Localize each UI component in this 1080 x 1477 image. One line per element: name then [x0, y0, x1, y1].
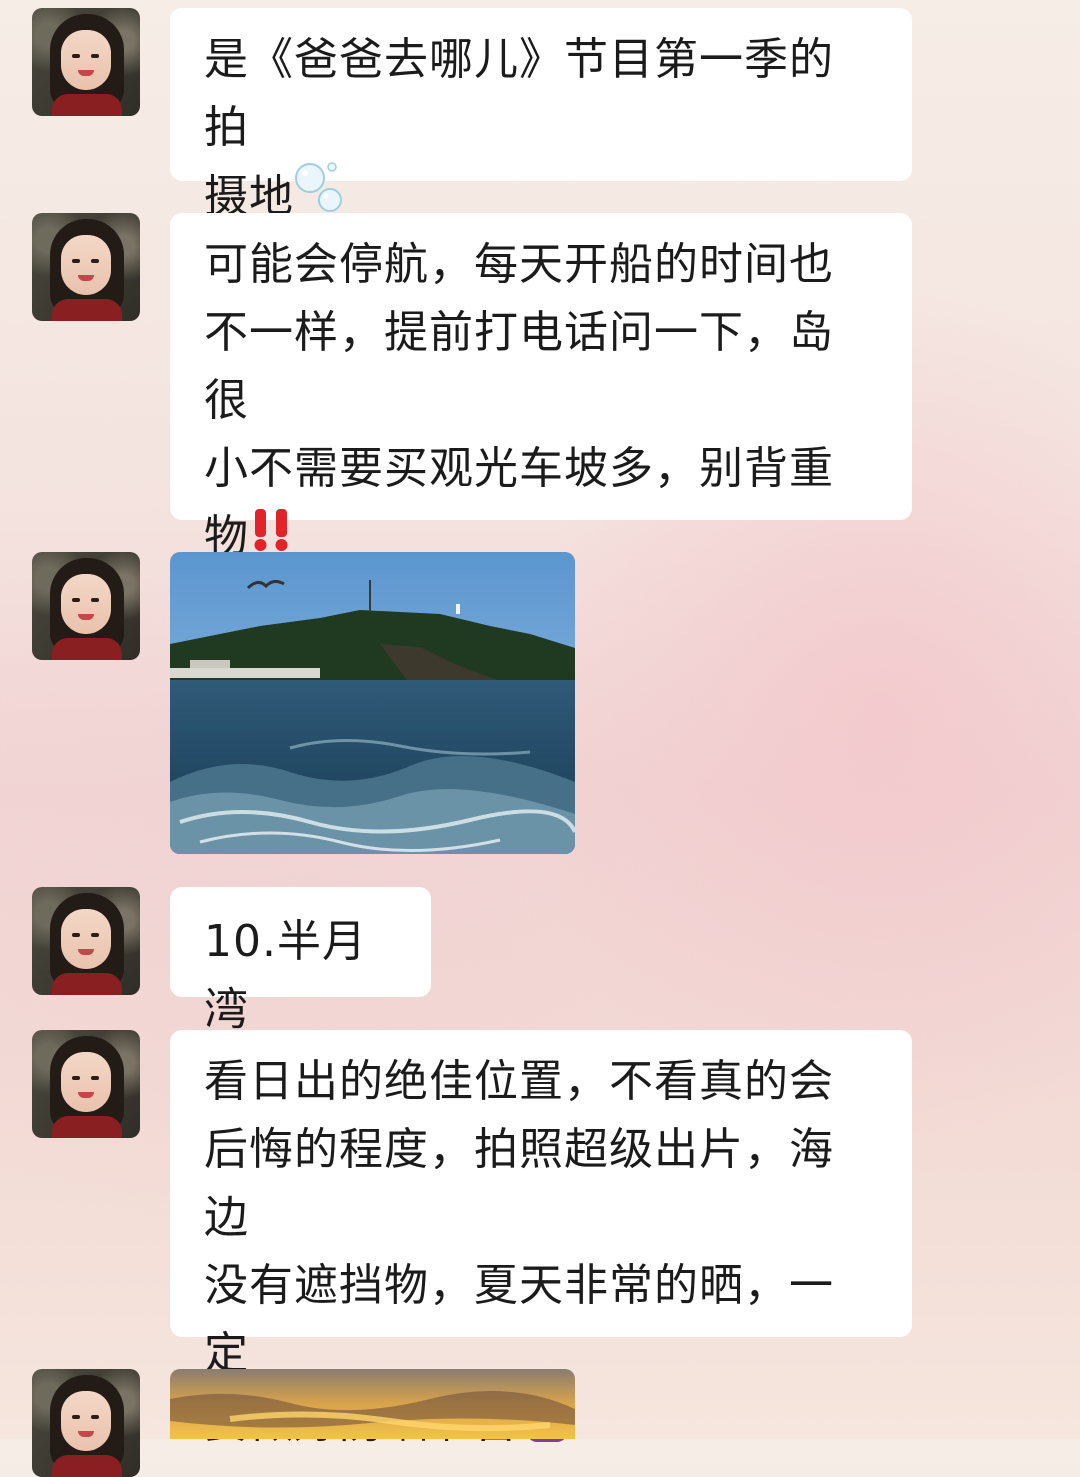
- avatar[interactable]: [32, 552, 140, 660]
- avatar[interactable]: [32, 887, 140, 995]
- sunrise-photo[interactable]: [170, 1369, 575, 1439]
- message-bubble[interactable]: 可能会停航，每天开船的时间也 不一样，提前打电话问一下，岛很 小不需要买观光车坡…: [170, 213, 912, 562]
- message-bubble[interactable]: 是《爸爸去哪儿》节目第一季的拍 摄地: [170, 8, 912, 222]
- avatar[interactable]: [32, 1030, 140, 1138]
- message-text: 10.半月湾: [204, 916, 367, 1035]
- chat-message-list: 是《爸爸去哪儿》节目第一季的拍 摄地 可能会停航，每天开船的时间也 不一样，提前…: [0, 0, 1080, 1477]
- island-sea-photo[interactable]: [170, 552, 575, 854]
- message-text: 可能会停航，每天开船的时间也 不一样，提前打电话问一下，岛很 小不需要买观光车坡…: [204, 239, 834, 562]
- avatar[interactable]: [32, 1369, 140, 1477]
- message-bubble[interactable]: 10.半月湾: [170, 887, 431, 1035]
- message-bubble[interactable]: 看日出的绝佳位置，不看真的会 后悔的程度，拍照超级出片，海边 没有遮挡物，夏天非…: [170, 1030, 912, 1448]
- avatar[interactable]: [32, 8, 140, 116]
- avatar[interactable]: [32, 213, 140, 321]
